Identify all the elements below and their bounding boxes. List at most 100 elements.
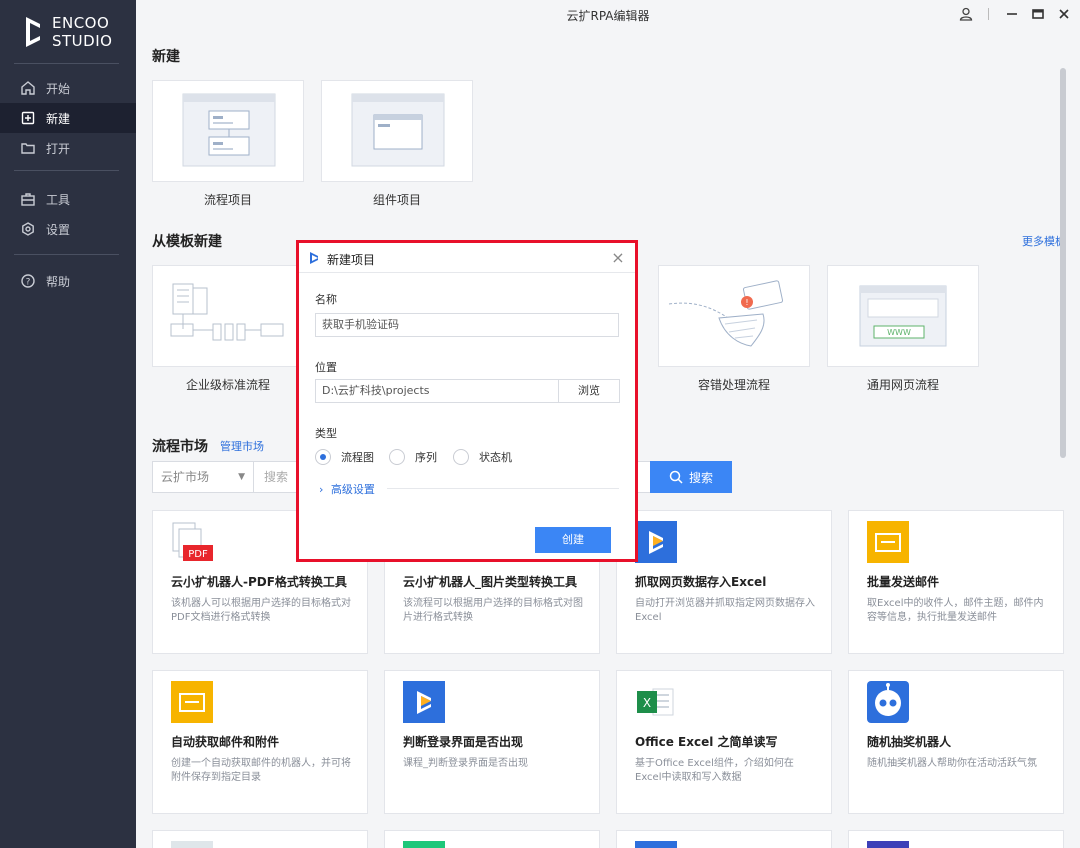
tile-flow-project[interactable] [152,80,304,182]
folder-icon [20,140,36,156]
sidebar-item-label: 开始 [46,81,71,96]
card-thumbnail [635,841,677,848]
sidebar-item-settings[interactable]: 设置 [0,214,136,244]
tile-component-project[interactable] [321,80,473,182]
radio-label: 流程图 [341,451,374,464]
tile-label: 组件项目 [372,193,421,207]
card-desc: 基于Office Excel组件，介绍如何在Excel中读取和写入数据 [635,758,794,783]
excel-icon: X [635,681,677,723]
market-card[interactable]: 判断登录界面是否出现 课程_判断登录界面是否出现 [384,670,600,814]
card-desc: 随机抽奖机器人帮助你在活动活跃气氛 [867,758,1037,769]
svg-text:!: ! [745,298,748,307]
card-thumbnail [403,841,445,848]
card-desc: 该流程可以根据用户选择的目标格式对图片进行格式转换 [403,598,583,623]
radio-flowchart[interactable]: 流程图 [315,449,374,465]
market-card[interactable]: 随机抽奖机器人 随机抽奖机器人帮助你在活动活跃气氛 [848,670,1064,814]
card-desc: 课程_判断登录界面是否出现 [403,758,528,769]
search-button[interactable]: 搜索 [650,461,732,493]
search-icon [669,470,683,484]
sidebar-item-label: 打开 [46,141,71,156]
card-desc: 自动打开浏览器并抓取指定网页数据存入Excel [635,598,815,623]
radio-sequence[interactable]: 序列 [389,449,437,465]
minimize-button[interactable] [1002,4,1022,24]
tile-label: 企业级标准流程 [185,378,270,392]
sidebar-item-start[interactable]: 开始 [0,73,136,103]
tile-label: 通用网页流程 [866,378,939,392]
radio-label: 状态机 [479,451,512,464]
card-title: 判断登录界面是否出现 [403,735,524,749]
card-title: 云小扩机器人_图片类型转换工具 [403,575,578,589]
advanced-settings-label: 高级设置 [330,483,375,496]
tile-error-handling-template[interactable]: ! [658,265,810,367]
browse-button[interactable]: 浏览 [558,379,620,403]
tile-enterprise-template[interactable] [152,265,304,367]
sidebar-item-help[interactable]: ? 帮助 [0,266,136,296]
market-card[interactable]: X Office Excel 之简单读写 基于Office Excel组件，介绍… [616,670,832,814]
tile-web-template[interactable]: WWW [827,265,979,367]
sidebar-item-open[interactable]: 打开 [0,133,136,163]
market-select[interactable]: 云扩市场 ▼ [152,461,254,493]
project-location-input[interactable]: D:\云扩科技\projects [315,379,559,403]
location-label: 位置 [315,361,337,374]
mail-icon [867,521,909,563]
close-icon[interactable]: × [609,248,627,267]
scrollbar-thumb[interactable] [1060,68,1066,458]
encoo-logo-icon [309,251,319,268]
close-button[interactable] [1054,4,1074,24]
new-project-dialog: 新建项目 × 名称 获取手机验证码 位置 D:\云扩科技\projects 浏览… [296,240,638,562]
svg-text:?: ? [26,278,31,288]
new-icon [20,110,36,126]
market-card[interactable] [848,830,1064,848]
search-button-label: 搜索 [688,470,713,485]
radio-dot [315,449,331,465]
tile-label: 容错处理流程 [697,378,770,392]
card-desc: 创建一个自动获取邮件的机器人，并可将附件保存到指定目录 [171,758,351,783]
error-handling-icon: ! [668,280,784,347]
user-icon[interactable] [956,4,976,24]
title-bar: 云扩RPA编辑器 [136,0,1080,28]
market-card[interactable]: 自动获取邮件和附件 创建一个自动获取邮件的机器人，并可将附件保存到指定目录 [152,670,368,814]
logo-line2: STUDIO [52,32,113,50]
help-icon: ? [20,273,36,289]
encoo-icon [403,681,445,723]
sidebar-item-label: 设置 [46,222,71,237]
maximize-button[interactable] [1028,4,1048,24]
market-card[interactable]: 批量发送邮件 取Excel中的收件人，邮件主题，邮件内容等信息，执行批量发送邮件 [848,510,1064,654]
divider [14,63,119,64]
divider [387,488,619,489]
flow-project-icon [182,93,276,167]
divider [14,254,119,255]
market-card[interactable] [152,830,368,848]
advanced-settings-toggle[interactable]: › 高级设置 [319,481,375,497]
web-template-icon: WWW [859,285,947,347]
card-desc: 该机器人可以根据用户选择的目标格式对PDF文档进行格式转换 [171,598,351,623]
chevron-right-icon: › [319,483,324,496]
divider [988,8,989,20]
market-card[interactable] [616,830,832,848]
window-title: 云扩RPA编辑器 [566,9,650,23]
encoo-icon [635,521,677,563]
create-button[interactable]: 创建 [535,527,611,553]
market-card[interactable]: 抓取网页数据存入Excel 自动打开浏览器并抓取指定网页数据存入Excel [616,510,832,654]
section-title-market: 流程市场 [152,439,208,455]
robot-icon [867,681,909,723]
tile-label: 流程项目 [203,193,252,207]
project-name-input[interactable]: 获取手机验证码 [315,313,619,337]
market-select-value: 云扩市场 [161,470,210,484]
manage-market-link[interactable]: 管理市场 [220,438,264,454]
sidebar-item-tools[interactable]: 工具 [0,184,136,214]
market-card[interactable] [384,830,600,848]
card-title: 随机抽奖机器人 [867,735,952,749]
radio-dot [453,449,469,465]
sidebar-item-label: 帮助 [46,274,71,289]
enterprise-template-icon [170,283,284,341]
card-thumbnail [171,841,213,848]
mail-icon [171,681,213,723]
sidebar-item-new[interactable]: 新建 [0,103,136,133]
radio-state-machine[interactable]: 状态机 [453,449,512,465]
card-title: 批量发送邮件 [867,575,940,589]
card-title: 抓取网页数据存入Excel [635,575,767,589]
www-text: WWW [887,328,911,337]
logo: ENCOO STUDIO [22,14,112,50]
section-title-template: 从模板新建 [152,234,222,250]
